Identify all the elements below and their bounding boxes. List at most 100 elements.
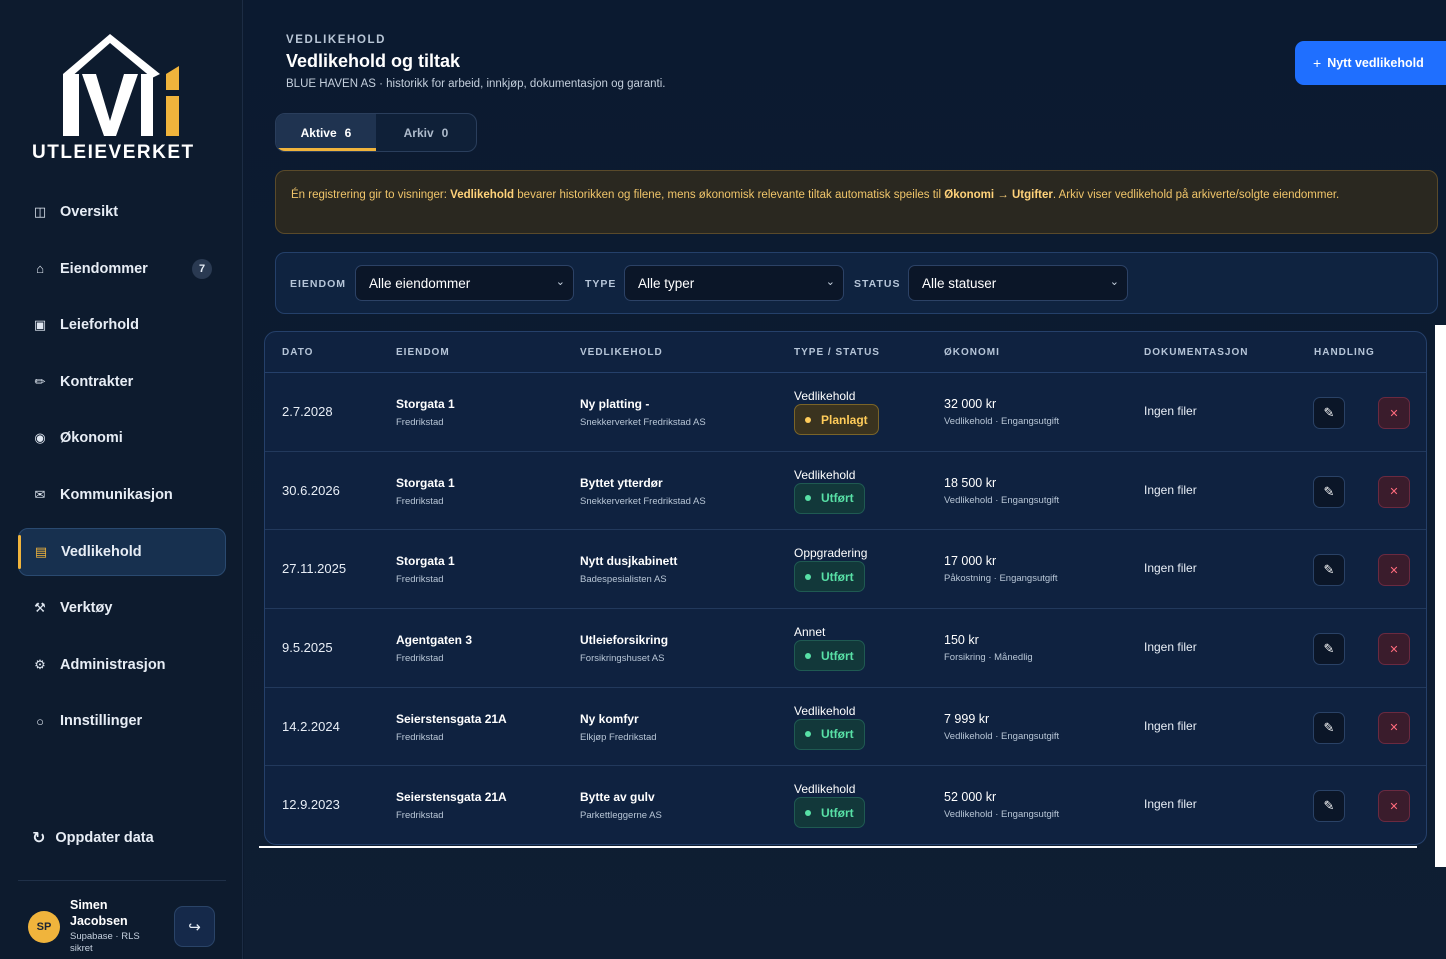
columns-icon: ◫ (33, 204, 47, 219)
refresh-icon: ↻ (32, 830, 46, 847)
amount: 150 kr (944, 633, 979, 648)
date-cell: 9.5.2025 (282, 640, 333, 656)
job-cell: Utleieforsikring Forsikringshuset AS (580, 633, 668, 664)
main-content: VEDLIKEHOLD Vedlikehold og tiltak BLUE H… (244, 0, 1446, 959)
logout-icon: ↪ (188, 918, 201, 936)
property-name: Storgata 1 (396, 475, 455, 490)
tab-label: Aktive (300, 125, 337, 140)
filter-label-type: TYPE (585, 278, 617, 290)
date-cell: 14.2.2024 (282, 718, 340, 734)
sidebar-item-kontrakter[interactable]: ✏ Kontrakter (18, 358, 226, 406)
documentation-cell: Ingen filer (1144, 797, 1197, 812)
sidebar-item-okonomi[interactable]: ◉ Økonomi (18, 414, 226, 462)
amount: 52 000 kr (944, 790, 997, 805)
type-status-cell: Oppgradering Utført (794, 546, 867, 593)
sidebar-item-oversikt[interactable]: ◫ Oversikt (18, 188, 226, 236)
filter-label-property: EIENDOM (290, 278, 347, 290)
chevron-down-icon: ⌄ (555, 276, 565, 288)
logout-button[interactable]: ↪ (174, 906, 215, 947)
job-title: Ny platting - (580, 397, 650, 411)
edit-button[interactable]: ✎ (1313, 633, 1345, 666)
chevron-down-icon: ⌄ (825, 276, 835, 288)
sidebar-item-label: Innstillinger (60, 713, 143, 730)
status-badge: Planlagt (794, 404, 879, 435)
economy-cell: 52 000 kr Vedlikehold · Engangsutgift (944, 790, 1059, 820)
job-cell: Byttet ytterdør Snekkerverket Fredrikstad… (580, 476, 706, 507)
square-icon: ▣ (33, 317, 47, 333)
economy-category: Vedlikehold · Engangsutgift (944, 494, 1060, 506)
job-title: Ny komfyr (580, 711, 639, 726)
sidebar-item-eiendommer[interactable]: ⌂ Eiendommer 7 (18, 245, 226, 293)
property-cell: Seierstensgata 21A Fredrikstad (396, 790, 507, 821)
user-panel: SP Simen Jacobsen Supabase · RLS sikret … (28, 895, 228, 955)
close-icon: ✕ (1389, 800, 1399, 813)
tab-label: Arkiv (403, 125, 434, 140)
table-row: 12.9.2023 Seierstensgata 21A Fredrikstad By… (265, 766, 1426, 844)
status-label: Utført (821, 805, 854, 820)
delete-button[interactable]: ✕ (1378, 711, 1410, 744)
job-vendor: Snekkerverket Fredrikstad AS (580, 495, 706, 507)
column-header: DOKUMENTASJON (1144, 347, 1249, 358)
column-header: EIENDOM (396, 347, 450, 358)
edit-button[interactable]: ✎ (1313, 397, 1345, 429)
sidebar-item-label: Leieforhold (60, 317, 139, 334)
status-label: Utført (821, 648, 854, 663)
delete-button[interactable]: ✕ (1378, 554, 1410, 587)
date-cell: 2.7.2028 (282, 404, 333, 419)
tab-arkiv[interactable]: Arkiv 0 (376, 114, 476, 151)
amount: 32 000 kr (944, 397, 997, 411)
delete-button[interactable]: ✕ (1378, 633, 1410, 666)
type-status-cell: Vedlikehold Utført (794, 782, 865, 829)
job-type: Vedlikehold (794, 467, 856, 482)
sidebar-item-label: Eiendommer (60, 260, 148, 277)
job-cell: Ny platting - Snekkerverket Fredrikstad A… (580, 397, 706, 428)
column-header: DATO (282, 347, 314, 358)
status-dot-icon (805, 731, 811, 738)
delete-button[interactable]: ✕ (1378, 397, 1410, 429)
user-subtitle: Supabase · RLS sikret (70, 931, 140, 954)
page-subtitle: BLUE HAVEN AS · historikk for arbeid, in… (286, 78, 666, 90)
status-select-value: Alle statuser (922, 275, 997, 291)
close-icon: ✕ (1389, 643, 1399, 656)
job-type: Vedlikehold (794, 389, 856, 403)
sidebar-item-leieforhold[interactable]: ▣ Leieforhold (18, 301, 226, 349)
property-cell: Agentgaten 3 Fredrikstad (396, 633, 472, 664)
job-vendor: Forsikringshuset AS (580, 653, 665, 665)
close-icon: ✕ (1389, 564, 1399, 577)
delete-button[interactable]: ✕ (1378, 475, 1410, 508)
property-select[interactable]: Alle eiendommer ⌄ (355, 265, 574, 301)
notice-highlight: Økonomi → Utgifter (944, 189, 1053, 201)
home-icon: ⌂ (36, 261, 44, 277)
economy-category: Vedlikehold · Engangsutgift (944, 416, 1060, 427)
economy-cell: 18 500 kr Vedlikehold · Engangsutgift (944, 476, 1059, 506)
refresh-data-button[interactable]: ↻ Oppdater data (32, 828, 154, 848)
sidebar-item-kommunikasjon[interactable]: ✉ Kommunikasjon (18, 471, 226, 519)
delete-button[interactable]: ✕ (1378, 790, 1410, 823)
economy-cell: 17 000 kr Påkostning · Engangsutgift (944, 554, 1058, 584)
property-city: Fredrikstad (396, 653, 444, 665)
edit-button[interactable]: ✎ (1313, 790, 1345, 823)
edit-button[interactable]: ✎ (1313, 554, 1345, 587)
property-cell: Storgata 1 Fredrikstad (396, 476, 455, 507)
property-name: Storgata 1 (396, 397, 455, 411)
close-icon: ✕ (1389, 407, 1399, 420)
sidebar-item-innstillinger[interactable]: ○ Innstillinger (18, 697, 226, 745)
edit-button[interactable]: ✎ (1313, 475, 1345, 508)
user-name: Simen Jacobsen (70, 898, 128, 928)
documentation-cell: Ingen filer (1144, 482, 1197, 497)
column-header: ØKONOMI (944, 347, 1000, 358)
sidebar-item-verktoy[interactable]: ⚒ Verktøy (18, 584, 226, 632)
new-maintenance-button[interactable]: + Nytt vedlikehold (1295, 41, 1446, 85)
property-cell: Seierstensgata 21A Fredrikstad (396, 712, 507, 743)
job-cell: Nytt dusjkabinett Badespesialisten AS (580, 554, 677, 585)
status-select[interactable]: Alle statuser ⌄ (908, 265, 1128, 301)
job-vendor: Badespesialisten AS (580, 574, 667, 586)
sidebar-item-vedlikehold[interactable]: ▤ Vedlikehold (18, 527, 226, 576)
edit-button[interactable]: ✎ (1313, 711, 1345, 744)
tab-aktive[interactable]: Aktive 6 (276, 114, 376, 151)
date-cell: 30.6.2026 (282, 482, 340, 498)
amount: 7 999 kr (944, 711, 990, 726)
type-select[interactable]: Alle typer ⌄ (624, 265, 844, 301)
job-vendor: Elkjøp Fredrikstad (580, 731, 657, 743)
sidebar-item-administrasjon[interactable]: ⚙ Administrasjon (18, 641, 226, 689)
